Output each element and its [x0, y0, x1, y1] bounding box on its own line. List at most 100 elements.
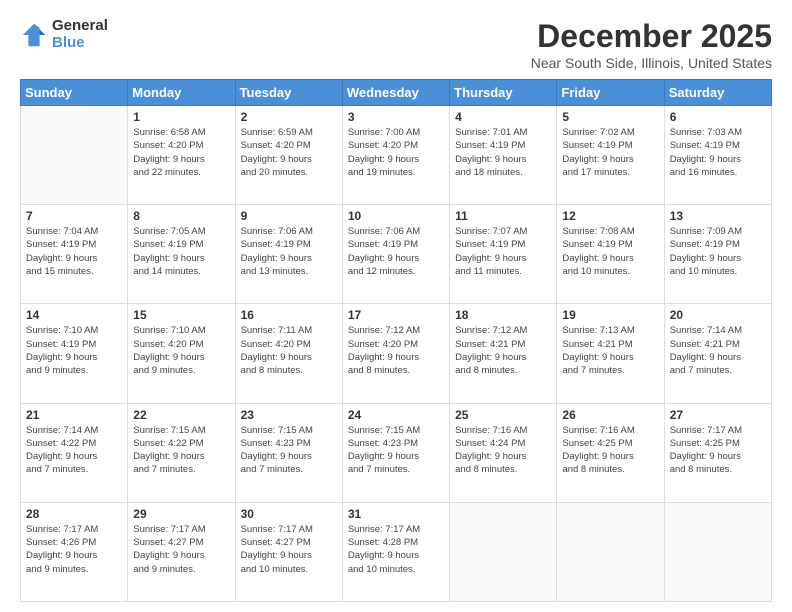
day-number: 22: [133, 408, 229, 422]
day-info: Sunrise: 7:10 AMSunset: 4:19 PMDaylight:…: [26, 324, 122, 377]
day-number: 25: [455, 408, 551, 422]
day-info: Sunrise: 7:06 AMSunset: 4:19 PMDaylight:…: [348, 225, 444, 278]
day-number: 4: [455, 110, 551, 124]
header: General Blue December 2025 Near South Si…: [20, 18, 772, 71]
table-row: 17Sunrise: 7:12 AMSunset: 4:20 PMDayligh…: [342, 304, 449, 403]
day-number: 18: [455, 308, 551, 322]
table-row: 11 Sunrise: 7:07 AMSunset: 4:19 PMDayligh…: [450, 205, 557, 304]
day-number: 10: [348, 209, 444, 223]
day-info: Sunrise: 7:15 AMSunset: 4:23 PMDaylight:…: [241, 424, 337, 477]
table-row: 24Sunrise: 7:15 AMSunset: 4:23 PMDayligh…: [342, 403, 449, 502]
day-info: Sunrise: 7:17 AMSunset: 4:27 PMDaylight:…: [241, 523, 337, 576]
table-row: [664, 502, 771, 601]
calendar-week-row: 28 Sunrise: 7:17 AMSunset: 4:26 PMDayligh…: [21, 502, 772, 601]
table-row: 1 Sunrise: 6:58 AMSunset: 4:20 PMDaylight…: [128, 106, 235, 205]
table-row: 5 Sunrise: 7:02 AMSunset: 4:19 PMDaylight…: [557, 106, 664, 205]
day-info: Sunrise: 7:16 AMSunset: 4:25 PMDaylight:…: [562, 424, 658, 477]
table-row: 23 Sunrise: 7:15 AMSunset: 4:23 PMDayligh…: [235, 403, 342, 502]
page: General Blue December 2025 Near South Si…: [0, 0, 792, 612]
table-row: 20 Sunrise: 7:14 AMSunset: 4:21 PMDayligh…: [664, 304, 771, 403]
header-monday: Monday: [128, 80, 235, 106]
day-info: Sunrise: 7:09 AMSunset: 4:19 PMDaylight:…: [670, 225, 766, 278]
day-info: Sunrise: 7:04 AMSunset: 4:19 PMDaylight:…: [26, 225, 122, 278]
day-info: Sunrise: 7:02 AMSunset: 4:19 PMDaylight:…: [562, 126, 658, 179]
title-block: December 2025 Near South Side, Illinois,…: [531, 18, 772, 71]
day-info: Sunrise: 6:58 AMSunset: 4:20 PMDaylight:…: [133, 126, 229, 179]
table-row: 28 Sunrise: 7:17 AMSunset: 4:26 PMDayligh…: [21, 502, 128, 601]
table-row: 3 Sunrise: 7:00 AMSunset: 4:20 PMDaylight…: [342, 106, 449, 205]
table-row: 22 Sunrise: 7:15 AMSunset: 4:22 PMDayligh…: [128, 403, 235, 502]
day-info: Sunrise: 7:00 AMSunset: 4:20 PMDaylight:…: [348, 126, 444, 179]
day-number: 7: [26, 209, 122, 223]
logo-text: General Blue: [52, 18, 108, 51]
day-number: 23: [241, 408, 337, 422]
calendar-week-row: 14 Sunrise: 7:10 AMSunset: 4:19 PMDayligh…: [21, 304, 772, 403]
logo-icon: [20, 21, 48, 49]
logo: General Blue: [20, 18, 108, 51]
day-info: Sunrise: 7:16 AMSunset: 4:24 PMDaylight:…: [455, 424, 551, 477]
day-number: 27: [670, 408, 766, 422]
subtitle: Near South Side, Illinois, United States: [531, 55, 772, 71]
day-number: 26: [562, 408, 658, 422]
table-row: [450, 502, 557, 601]
day-number: 8: [133, 209, 229, 223]
table-row: 13 Sunrise: 7:09 AMSunset: 4:19 PMDayligh…: [664, 205, 771, 304]
table-row: [557, 502, 664, 601]
table-row: [21, 106, 128, 205]
table-row: 8Sunrise: 7:05 AMSunset: 4:19 PMDaylight…: [128, 205, 235, 304]
day-info: Sunrise: 7:17 AMSunset: 4:28 PMDaylight:…: [348, 523, 444, 576]
table-row: 31 Sunrise: 7:17 AMSunset: 4:28 PMDayligh…: [342, 502, 449, 601]
day-info: Sunrise: 7:06 AMSunset: 4:19 PMDaylight:…: [241, 225, 337, 278]
day-info: Sunrise: 7:07 AMSunset: 4:19 PMDaylight:…: [455, 225, 551, 278]
day-info: Sunrise: 7:14 AMSunset: 4:22 PMDaylight:…: [26, 424, 122, 477]
table-row: 18 Sunrise: 7:12 AMSunset: 4:21 PMDayligh…: [450, 304, 557, 403]
day-number: 11: [455, 209, 551, 223]
table-row: 29 Sunrise: 7:17 AMSunset: 4:27 PMDayligh…: [128, 502, 235, 601]
day-number: 5: [562, 110, 658, 124]
day-number: 30: [241, 507, 337, 521]
calendar-week-row: 1 Sunrise: 6:58 AMSunset: 4:20 PMDaylight…: [21, 106, 772, 205]
day-info: Sunrise: 7:17 AMSunset: 4:27 PMDaylight:…: [133, 523, 229, 576]
day-info: Sunrise: 7:10 AMSunset: 4:20 PMDaylight:…: [133, 324, 229, 377]
day-number: 29: [133, 507, 229, 521]
day-number: 19: [562, 308, 658, 322]
day-number: 13: [670, 209, 766, 223]
table-row: 25 Sunrise: 7:16 AMSunset: 4:24 PMDayligh…: [450, 403, 557, 502]
table-row: 15 Sunrise: 7:10 AMSunset: 4:20 PMDayligh…: [128, 304, 235, 403]
day-number: 14: [26, 308, 122, 322]
day-info: Sunrise: 7:13 AMSunset: 4:21 PMDaylight:…: [562, 324, 658, 377]
day-number: 3: [348, 110, 444, 124]
header-saturday: Saturday: [664, 80, 771, 106]
header-thursday: Thursday: [450, 80, 557, 106]
main-title: December 2025: [531, 18, 772, 55]
day-info: Sunrise: 7:12 AMSunset: 4:21 PMDaylight:…: [455, 324, 551, 377]
day-number: 1: [133, 110, 229, 124]
day-info: Sunrise: 7:12 AMSunset: 4:20 PMDaylight:…: [348, 324, 444, 377]
table-row: 7 Sunrise: 7:04 AMSunset: 4:19 PMDaylight…: [21, 205, 128, 304]
day-info: Sunrise: 7:17 AMSunset: 4:26 PMDaylight:…: [26, 523, 122, 576]
table-row: 2Sunrise: 6:59 AMSunset: 4:20 PMDaylight…: [235, 106, 342, 205]
day-info: Sunrise: 7:11 AMSunset: 4:20 PMDaylight:…: [241, 324, 337, 377]
day-info: Sunrise: 7:15 AMSunset: 4:22 PMDaylight:…: [133, 424, 229, 477]
calendar-week-row: 21 Sunrise: 7:14 AMSunset: 4:22 PMDayligh…: [21, 403, 772, 502]
header-friday: Friday: [557, 80, 664, 106]
table-row: 14 Sunrise: 7:10 AMSunset: 4:19 PMDayligh…: [21, 304, 128, 403]
calendar-header-row: Sunday Monday Tuesday Wednesday Thursday…: [21, 80, 772, 106]
day-number: 9: [241, 209, 337, 223]
table-row: 30 Sunrise: 7:17 AMSunset: 4:27 PMDayligh…: [235, 502, 342, 601]
table-row: 12Sunrise: 7:08 AMSunset: 4:19 PMDayligh…: [557, 205, 664, 304]
day-number: 31: [348, 507, 444, 521]
table-row: 21 Sunrise: 7:14 AMSunset: 4:22 PMDayligh…: [21, 403, 128, 502]
header-sunday: Sunday: [21, 80, 128, 106]
logo-general-text: General: [52, 18, 108, 35]
day-info: Sunrise: 7:14 AMSunset: 4:21 PMDaylight:…: [670, 324, 766, 377]
day-number: 21: [26, 408, 122, 422]
day-number: 28: [26, 507, 122, 521]
calendar-table: Sunday Monday Tuesday Wednesday Thursday…: [20, 79, 772, 602]
day-info: Sunrise: 7:17 AMSunset: 4:25 PMDaylight:…: [670, 424, 766, 477]
day-number: 6: [670, 110, 766, 124]
day-number: 20: [670, 308, 766, 322]
table-row: 27 Sunrise: 7:17 AMSunset: 4:25 PMDayligh…: [664, 403, 771, 502]
header-tuesday: Tuesday: [235, 80, 342, 106]
day-number: 15: [133, 308, 229, 322]
